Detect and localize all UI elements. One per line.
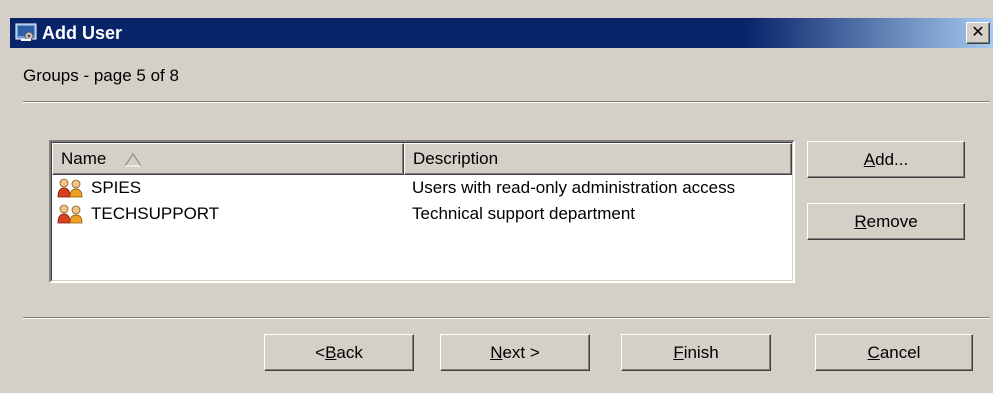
group-description: Users with read-only administration acce… — [412, 178, 736, 197]
table-row[interactable]: TECHSUPPORT Technical support department — [52, 201, 792, 227]
accelerator-key: B — [325, 342, 337, 362]
bottom-separator — [23, 317, 990, 319]
window-title: Add User — [42, 22, 123, 43]
close-button[interactable]: ✕ — [966, 22, 990, 44]
top-separator — [23, 101, 990, 103]
app-icon — [15, 23, 37, 43]
group-name: SPIES — [91, 178, 142, 197]
group-icon — [56, 178, 90, 198]
column-header-name[interactable]: Name — [52, 143, 404, 175]
column-header-description-label: Description — [413, 149, 499, 168]
accelerator-key: C — [867, 342, 880, 362]
group-icon — [56, 204, 90, 224]
accelerator-key: F — [673, 342, 684, 362]
accelerator-key: A — [863, 149, 876, 169]
list-header: Name Description — [52, 143, 792, 175]
table-row[interactable]: SPIES Users with read-only administratio… — [52, 175, 792, 201]
title-bar[interactable]: Add User ✕ — [10, 18, 993, 48]
next-button[interactable]: Next > — [440, 334, 590, 371]
group-name: TECHSUPPORT — [91, 204, 220, 223]
back-button[interactable]: < Back — [264, 334, 414, 371]
column-header-description[interactable]: Description — [404, 143, 792, 175]
finish-button[interactable]: Finish — [621, 334, 771, 371]
sort-ascending-icon — [124, 152, 143, 167]
cancel-button[interactable]: Cancel — [815, 334, 973, 371]
accelerator-key: N — [490, 342, 503, 362]
remove-button[interactable]: Remove — [807, 203, 965, 240]
close-icon: ✕ — [971, 24, 985, 41]
groups-list[interactable]: Name Description SPIES Users with read-o… — [49, 140, 795, 283]
group-description: Technical support department — [412, 204, 636, 223]
column-header-name-label: Name — [61, 149, 107, 168]
page-subtitle: Groups - page 5 of 8 — [23, 66, 179, 85]
add-button[interactable]: Add... — [807, 141, 965, 178]
accelerator-key: R — [854, 211, 867, 231]
